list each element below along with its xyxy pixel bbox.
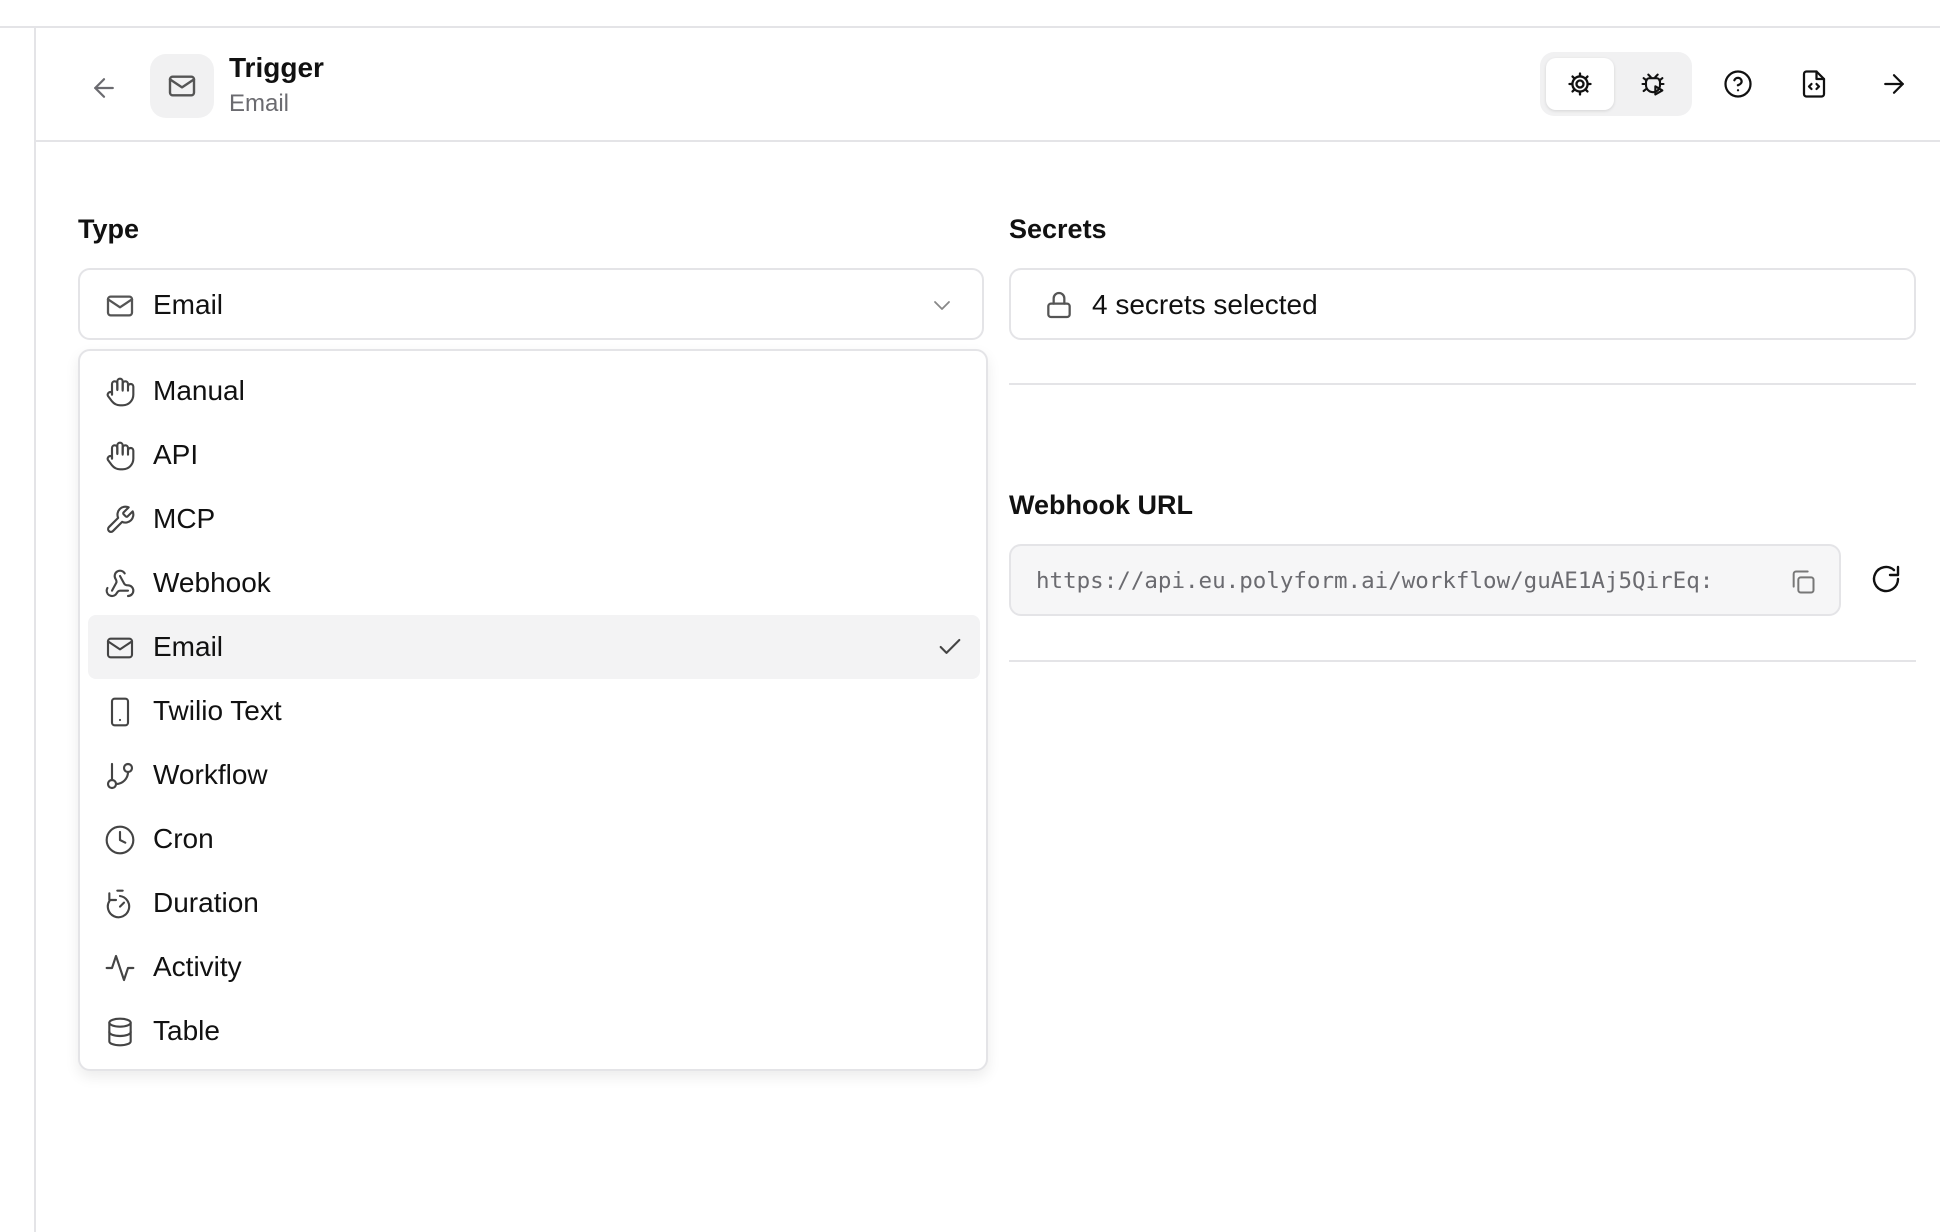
option-label: Activity bbox=[153, 951, 242, 982]
activity-icon bbox=[104, 952, 136, 989]
secrets-select[interactable]: 4 secrets selected bbox=[1009, 268, 1916, 340]
secrets-value: 4 secrets selected bbox=[1092, 289, 1318, 320]
wrench-icon bbox=[104, 504, 136, 541]
option-webhook[interactable]: Webhook bbox=[88, 551, 980, 615]
bug-icon bbox=[1641, 73, 1665, 96]
phone-icon bbox=[104, 696, 136, 733]
settings-mode-button[interactable] bbox=[1546, 58, 1614, 110]
forward-button[interactable] bbox=[1868, 58, 1920, 110]
hand-icon bbox=[104, 440, 136, 477]
top-strip bbox=[0, 0, 1940, 28]
secrets-label: Secrets bbox=[1009, 214, 1107, 244]
option-activity[interactable]: Activity bbox=[88, 935, 980, 999]
header-title: Trigger bbox=[229, 52, 324, 83]
webhook-icon bbox=[104, 568, 136, 605]
option-duration[interactable]: Duration bbox=[88, 871, 980, 935]
debug-mode-button[interactable] bbox=[1620, 58, 1686, 110]
option-twilio-text[interactable]: Twilio Text bbox=[88, 679, 980, 743]
help-button[interactable] bbox=[1712, 58, 1764, 110]
chevron-down-icon bbox=[930, 293, 954, 322]
webhook-url-field[interactable]: https://api.eu.polyform.ai/workflow/guAE… bbox=[1009, 544, 1841, 616]
option-label: Email bbox=[153, 631, 224, 662]
option-cron[interactable]: Cron bbox=[88, 807, 980, 871]
code-file-icon bbox=[1802, 70, 1826, 98]
option-workflow[interactable]: Workflow bbox=[88, 743, 980, 807]
section-divider bbox=[1009, 383, 1916, 385]
option-label: Duration bbox=[153, 887, 259, 918]
option-mcp[interactable]: MCP bbox=[88, 487, 980, 551]
mail-icon bbox=[104, 290, 136, 327]
type-dropdown-menu: Manual API MCP Webhook Email Twilio Text bbox=[78, 349, 988, 1071]
option-label: Workflow bbox=[153, 759, 268, 790]
type-select[interactable]: Email bbox=[78, 268, 984, 340]
node-type-badge bbox=[150, 54, 214, 118]
option-manual[interactable]: Manual bbox=[88, 359, 980, 423]
option-table[interactable]: Table bbox=[88, 999, 980, 1063]
regenerate-url-button[interactable] bbox=[1862, 555, 1910, 603]
type-label: Type bbox=[78, 214, 140, 244]
forward-arrow-icon bbox=[1884, 74, 1904, 94]
copy-url-button[interactable] bbox=[1785, 564, 1821, 600]
option-label: Manual bbox=[153, 375, 245, 406]
clock-icon bbox=[104, 824, 136, 861]
copy-icon bbox=[1792, 570, 1815, 594]
view-code-button[interactable] bbox=[1788, 58, 1840, 110]
webhook-url-label: Webhook URL bbox=[1009, 490, 1193, 520]
option-label: Twilio Text bbox=[153, 695, 282, 726]
panel-header: Trigger Email bbox=[36, 28, 1940, 142]
gear-icon bbox=[1568, 72, 1592, 96]
type-select-value: Email bbox=[153, 289, 224, 320]
lock-icon bbox=[1043, 289, 1075, 326]
mail-icon bbox=[104, 632, 136, 669]
header-subtitle: Email bbox=[229, 90, 290, 117]
back-button[interactable] bbox=[80, 64, 128, 112]
option-label: API bbox=[153, 439, 199, 470]
check-icon bbox=[936, 633, 964, 666]
mode-toggle bbox=[1540, 52, 1692, 116]
hand-icon bbox=[104, 376, 136, 413]
help-circle-icon bbox=[1724, 70, 1752, 98]
webhook-url-value[interactable]: https://api.eu.polyform.ai/workflow/guAE… bbox=[1036, 568, 1768, 594]
option-label: MCP bbox=[153, 503, 216, 534]
option-api[interactable]: API bbox=[88, 423, 980, 487]
section-divider bbox=[1009, 660, 1916, 662]
left-rail bbox=[0, 28, 36, 1232]
mail-icon bbox=[168, 75, 196, 97]
git-branch-icon bbox=[104, 760, 136, 797]
timer-icon bbox=[104, 888, 136, 925]
database-icon bbox=[104, 1016, 136, 1053]
option-label: Webhook bbox=[153, 567, 271, 598]
option-label: Cron bbox=[153, 823, 214, 854]
back-arrow-icon bbox=[94, 78, 114, 98]
option-email[interactable]: Email bbox=[88, 615, 980, 679]
option-label: Table bbox=[153, 1015, 220, 1046]
refresh-icon bbox=[1872, 565, 1900, 593]
